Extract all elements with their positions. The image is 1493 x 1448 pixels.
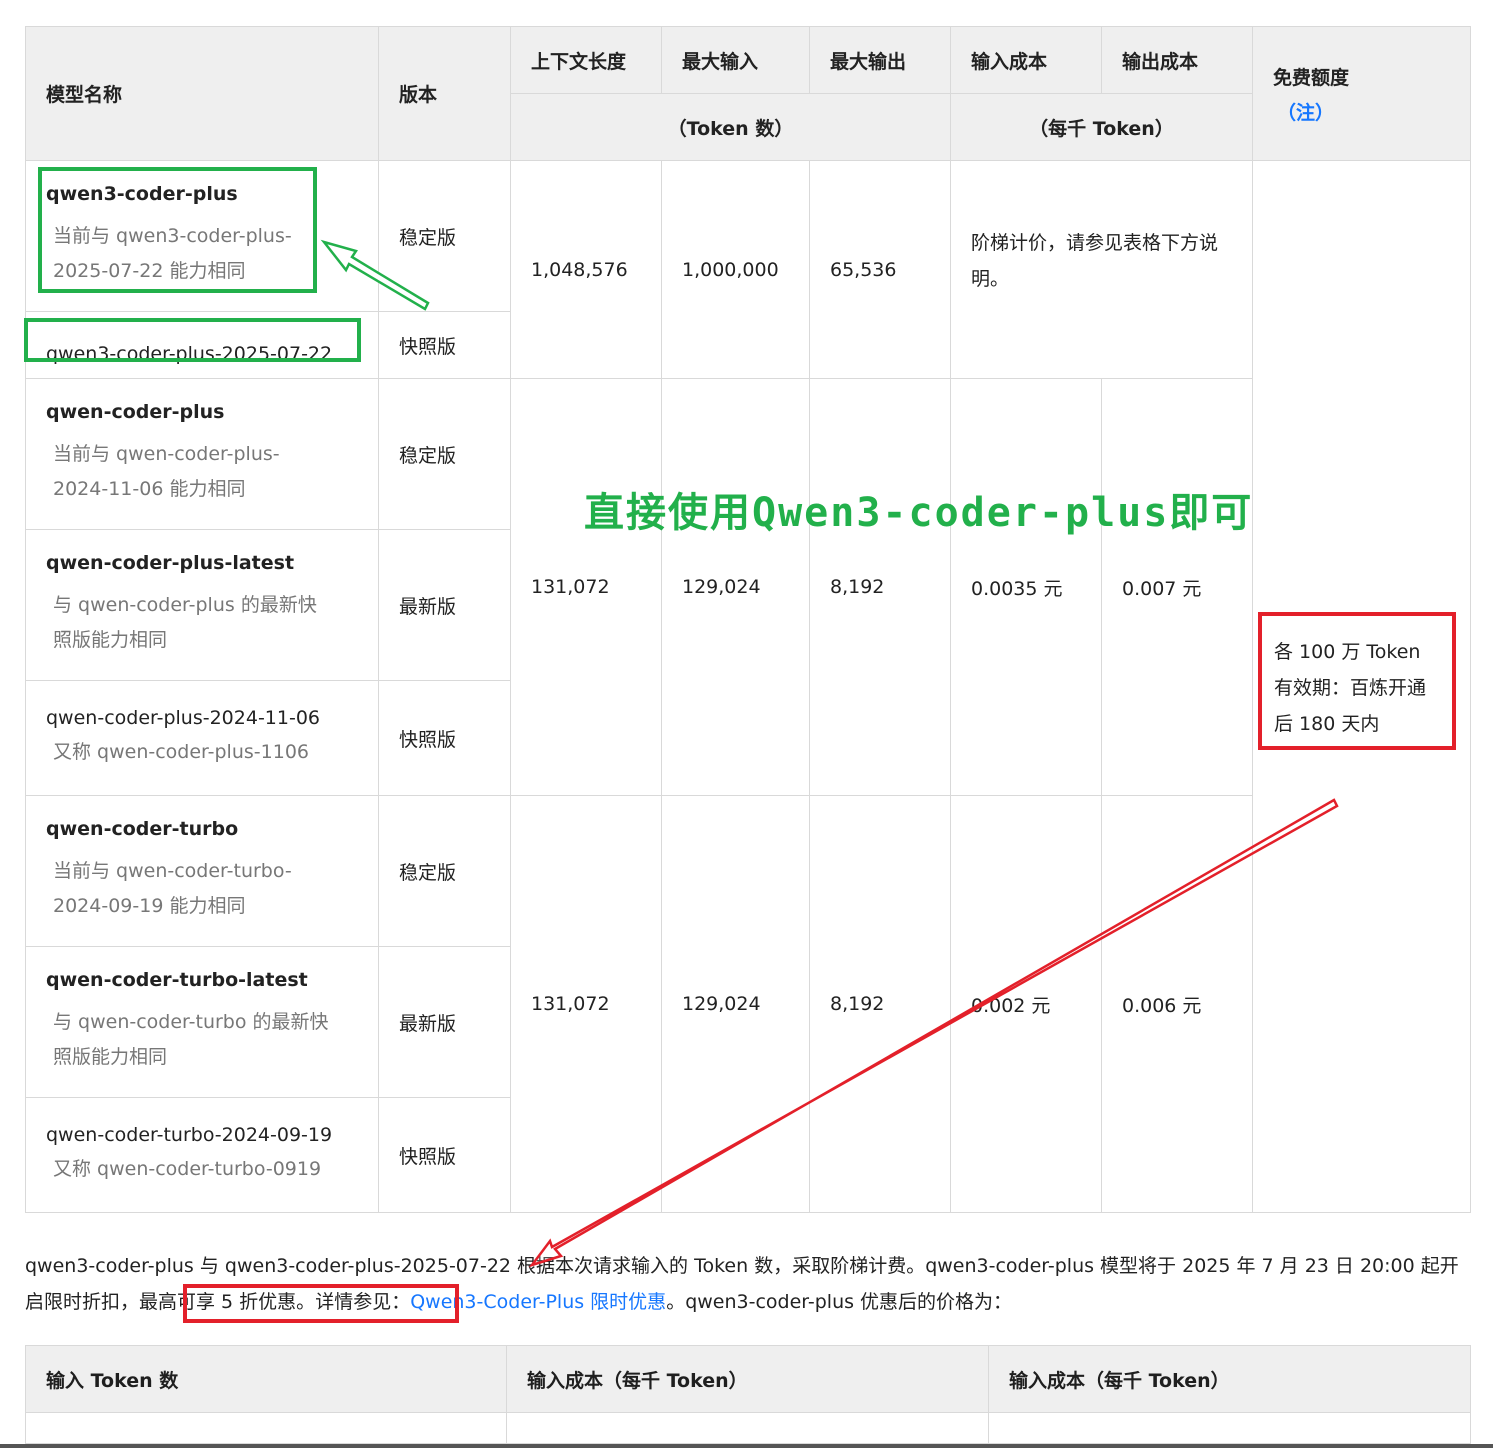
version-cell: 稳定版 bbox=[378, 160, 511, 312]
model-pricing-table: 模型名称 版本 上下文长度 最大输入 最大输出 输入成本 输出成本 免费额度 （… bbox=[25, 26, 1471, 1213]
version-cell: 快照版 bbox=[378, 1097, 511, 1213]
header-free-quota: 免费额度 （注） bbox=[1252, 26, 1471, 161]
annotation-text: 直接使用Qwen3-coder-plus即可 bbox=[584, 490, 1254, 536]
model-description: 当前与 qwen-coder-plus-2024-11-06 能力相同 bbox=[53, 443, 280, 500]
tiered-pricing-cell: 阶梯计价，请参见表格下方说明。 bbox=[950, 160, 1253, 379]
max-output-cell: 65,536 bbox=[809, 160, 951, 379]
header-input-cost: 输入成本 bbox=[950, 26, 1102, 94]
version-cell: 最新版 bbox=[378, 946, 511, 1098]
model-cell: qwen-coder-plus-2024-11-06 又称 qwen-coder… bbox=[25, 680, 379, 796]
model-name: qwen-coder-plus-2024-11-06 bbox=[46, 706, 321, 729]
header-per-thousand-unit: （每千 Token） bbox=[950, 93, 1253, 161]
version-cell: 最新版 bbox=[378, 529, 511, 681]
output-cost-cell: 0.007 元 bbox=[1101, 378, 1253, 796]
model-name: qwen-coder-turbo bbox=[46, 818, 239, 840]
note-link[interactable]: （注） bbox=[1273, 98, 1450, 125]
header-output-cost: 输出成本 bbox=[1101, 26, 1253, 94]
model-description: 又称 qwen-coder-plus-1106 bbox=[53, 740, 309, 763]
model-name: qwen3-coder-plus-2025-07-22 bbox=[46, 343, 333, 365]
context-length-cell: 1,048,576 bbox=[510, 160, 662, 379]
header-max-output: 最大输出 bbox=[809, 26, 951, 94]
header-input-cost: 输入成本（每千 Token） bbox=[506, 1345, 989, 1413]
table-cell bbox=[506, 1412, 989, 1444]
model-name: qwen-coder-plus bbox=[46, 401, 225, 423]
table-cell bbox=[25, 1412, 507, 1444]
model-name: qwen-coder-plus-latest bbox=[46, 552, 295, 574]
free-quota-line: 有效期：百炼开通 bbox=[1274, 677, 1427, 699]
free-quota-line: 后 180 天内 bbox=[1274, 713, 1380, 735]
table-cell bbox=[988, 1412, 1471, 1444]
max-output-cell: 8,192 bbox=[809, 378, 951, 796]
paragraph-text: 详情参见： bbox=[315, 1291, 411, 1313]
model-name: qwen-coder-turbo-latest bbox=[46, 969, 308, 991]
model-cell: qwen3-coder-plus-2025-07-22 bbox=[25, 311, 379, 379]
context-length-cell: 131,072 bbox=[510, 795, 662, 1213]
window-bottom-border bbox=[0, 1444, 1493, 1448]
max-input-cell: 129,024 bbox=[661, 378, 810, 796]
header-input-cost: 输入成本（每千 Token） bbox=[988, 1345, 1471, 1413]
free-quota-highlight-box: 各 100 万 Token 有效期：百炼开通 后 180 天内 bbox=[1258, 612, 1456, 750]
model-cell: qwen-coder-plus-latest 与 qwen-coder-plus… bbox=[25, 529, 379, 681]
version-cell: 稳定版 bbox=[378, 378, 511, 530]
output-cost-cell: 0.006 元 bbox=[1101, 795, 1253, 1213]
model-name: qwen-coder-turbo-2024-09-19 bbox=[46, 1123, 333, 1146]
model-cell: qwen-coder-turbo 当前与 qwen-coder-turbo-20… bbox=[25, 795, 379, 947]
version-cell: 快照版 bbox=[378, 680, 511, 796]
model-cell: qwen3-coder-plus 当前与 qwen3-coder-plus-20… bbox=[25, 160, 379, 312]
model-name: qwen3-coder-plus bbox=[46, 183, 238, 205]
version-cell: 快照版 bbox=[378, 311, 511, 379]
header-model-name: 模型名称 bbox=[25, 26, 379, 161]
free-quota-cell: 各 100 万 Token 有效期：百炼开通 后 180 天内 bbox=[1252, 160, 1471, 1213]
paragraph-text: 。qwen3-coder-plus 优惠后的价格为： bbox=[666, 1291, 1013, 1313]
max-output-cell: 8,192 bbox=[809, 795, 951, 1213]
model-description: 与 qwen-coder-turbo 的最新快照版能力相同 bbox=[53, 1011, 329, 1068]
free-quota-label: 免费额度 bbox=[1273, 66, 1350, 89]
promo-link[interactable]: Qwen3-Coder-Plus 限时优惠 bbox=[410, 1291, 666, 1313]
model-description: 当前与 qwen3-coder-plus-2025-07-22 能力相同 bbox=[53, 225, 292, 282]
version-cell: 稳定版 bbox=[378, 795, 511, 947]
header-max-input: 最大输入 bbox=[661, 26, 810, 94]
model-cell: qwen-coder-turbo-2024-09-19 又称 qwen-code… bbox=[25, 1097, 379, 1213]
header-version: 版本 bbox=[378, 26, 511, 161]
model-cell: qwen-coder-plus 当前与 qwen-coder-plus-2024… bbox=[25, 378, 379, 530]
header-context-length: 上下文长度 bbox=[510, 26, 662, 94]
model-description: 当前与 qwen-coder-turbo-2024-09-19 能力相同 bbox=[53, 860, 292, 917]
model-description: 与 qwen-coder-plus 的最新快照版能力相同 bbox=[53, 594, 317, 651]
max-input-cell: 129,024 bbox=[661, 795, 810, 1213]
model-description: 又称 qwen-coder-turbo-0919 bbox=[53, 1157, 322, 1180]
tiered-pricing-text: 阶梯计价，请参见表格下方说明。 bbox=[971, 231, 1219, 290]
header-token-count-unit: （Token 数） bbox=[510, 93, 951, 161]
pricing-explanation-paragraph: qwen3-coder-plus 与 qwen3-coder-plus-2025… bbox=[25, 1248, 1475, 1320]
input-cost-cell: 0.002 元 bbox=[950, 795, 1102, 1213]
input-cost-cell: 0.0035 元 bbox=[950, 378, 1102, 796]
free-quota-line: 各 100 万 Token bbox=[1274, 641, 1421, 663]
max-input-cell: 1,000,000 bbox=[661, 160, 810, 379]
header-input-token-count: 输入 Token 数 bbox=[25, 1345, 507, 1413]
paragraph-highlight-text: 折扣，最高可享 5 折优惠。 bbox=[82, 1291, 316, 1313]
context-length-cell: 131,072 bbox=[510, 378, 662, 796]
discount-price-table: 输入 Token 数 输入成本（每千 Token） 输入成本（每千 Token） bbox=[25, 1345, 1471, 1444]
model-cell: qwen-coder-turbo-latest 与 qwen-coder-tur… bbox=[25, 946, 379, 1098]
